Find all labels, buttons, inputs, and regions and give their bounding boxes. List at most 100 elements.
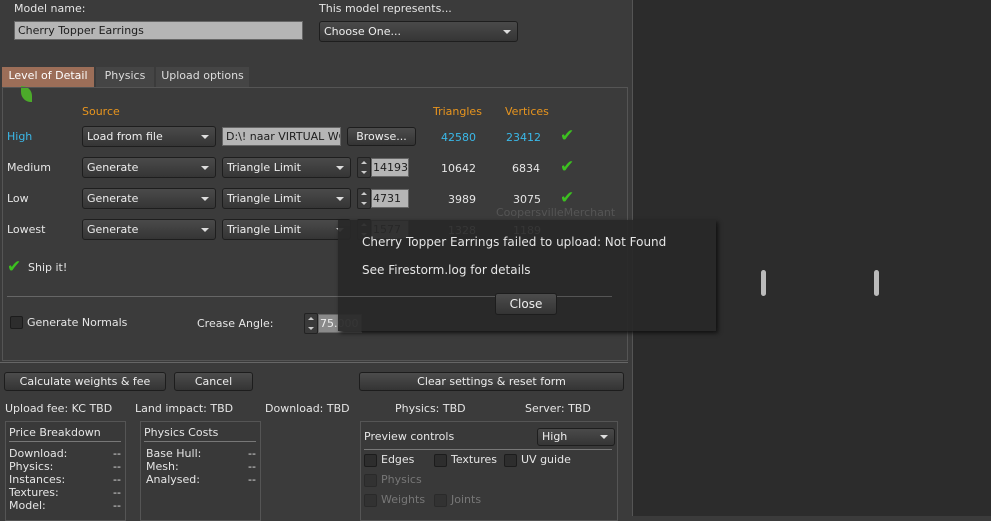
preview-lod-dropdown[interactable]: High: [537, 428, 615, 446]
calculate-weights-button[interactable]: Calculate weights & fee: [4, 372, 166, 391]
cost-label: Textures:: [9, 486, 59, 499]
low-limit-spinner[interactable]: [357, 188, 371, 209]
watermark-text: CoopersvilleMerchant: [496, 206, 616, 219]
chevron-down-icon: [201, 135, 209, 139]
upload-error-toast: Cherry Topper Earrings failed to upload:…: [338, 220, 716, 331]
price-breakdown-title: Price Breakdown: [9, 426, 101, 439]
crease-angle-spinner[interactable]: [304, 313, 318, 334]
cost-label: Download:: [9, 447, 68, 460]
ship-it-check-icon: ✔: [7, 257, 22, 277]
cost-row: Base Hull: --: [146, 447, 256, 460]
joints-checkbox[interactable]: [434, 494, 447, 507]
physics-costs-panel: Physics Costs Base Hull: -- Mesh: -- Analyse…: [140, 421, 261, 521]
medium-triangles: 10642: [441, 162, 476, 175]
browse-button[interactable]: Browse...: [347, 127, 416, 146]
upload-fee: Upload fee: KC TBD: [5, 402, 113, 415]
divider: [0, 362, 628, 363]
medium-source-dropdown[interactable]: Generate: [82, 157, 216, 178]
cost-label: Analysed:: [146, 473, 200, 486]
cost-row: Physics: --: [9, 460, 121, 473]
edges-label: Edges: [381, 453, 415, 466]
low-limit-input[interactable]: 4731: [371, 189, 409, 208]
lowest-source-dropdown[interactable]: Generate: [82, 219, 216, 240]
lod-lowest-label: Lowest: [7, 223, 46, 236]
physics-checkbox[interactable]: [364, 474, 377, 487]
preview-controls-panel: Preview controls High Edges Textures UV …: [360, 421, 618, 521]
lod-low-label: Low: [7, 192, 29, 205]
high-vertices: 23412: [506, 131, 541, 144]
medium-mode-dropdown[interactable]: Triangle Limit: [222, 157, 351, 178]
lod-medium-label: Medium: [7, 161, 51, 174]
cost-row: Textures: --: [9, 486, 121, 499]
check-icon: ✔: [560, 126, 575, 146]
physics-costs-title: Physics Costs: [144, 426, 219, 439]
high-file-path[interactable]: D:\! naar VIRTUAL WO: [222, 127, 341, 146]
cost-value: --: [113, 486, 121, 499]
lowest-mode-dropdown[interactable]: Triangle Limit: [222, 219, 351, 240]
triangles-header: Triangles: [433, 105, 482, 118]
low-mode-dropdown[interactable]: Triangle Limit: [222, 188, 351, 209]
cost-value: --: [113, 473, 121, 486]
low-source-value: Generate: [87, 192, 139, 205]
check-icon: ✔: [560, 157, 575, 177]
toast-detail: See Firestorm.log for details: [362, 263, 531, 277]
close-button[interactable]: Close: [495, 293, 557, 315]
chevron-down-icon: [201, 228, 209, 232]
textures-checkbox[interactable]: [434, 454, 447, 467]
joints-label: Joints: [451, 493, 482, 506]
medium-source-value: Generate: [87, 161, 139, 174]
chevron-down-icon: [503, 30, 511, 34]
cost-value: --: [113, 499, 121, 512]
cost-row: Download: --: [9, 447, 121, 460]
chevron-down-icon: [336, 197, 344, 201]
medium-limit-spinner[interactable]: [357, 157, 371, 178]
chevron-down-icon: [201, 197, 209, 201]
earring-preview-right: [874, 270, 879, 296]
cost-value: --: [248, 447, 256, 460]
cost-label: Model:: [9, 499, 46, 512]
lowest-mode-value: Triangle Limit: [227, 223, 301, 236]
preview-controls-title: Preview controls: [364, 430, 455, 443]
medium-mode-value: Triangle Limit: [227, 161, 301, 174]
cost-label: Physics:: [9, 460, 54, 473]
check-icon: ✔: [560, 188, 575, 208]
uv-guide-checkbox[interactable]: [504, 454, 517, 467]
tab-level-of-detail[interactable]: Level of Detail: [2, 67, 94, 87]
cost-row: Analysed: --: [146, 473, 256, 486]
medium-limit-input[interactable]: 14193: [371, 158, 409, 177]
weights-label: Weights: [381, 493, 426, 506]
server-stat: Server: TBD: [525, 402, 591, 415]
high-source-value: Load from file: [87, 130, 163, 143]
represents-dropdown[interactable]: Choose One...: [319, 21, 518, 42]
source-header: Source: [82, 105, 120, 118]
tab-physics[interactable]: Physics: [96, 67, 154, 87]
generate-normals-checkbox[interactable]: [10, 316, 23, 329]
low-vertices: 3075: [513, 193, 541, 206]
tab-upload-options[interactable]: Upload options: [156, 67, 249, 87]
cost-value: --: [113, 447, 121, 460]
medium-vertices: 6834: [512, 162, 540, 175]
cost-row: Mesh: --: [146, 460, 256, 473]
lod-high-label: High: [7, 130, 33, 143]
generate-normals-label: Generate Normals: [27, 316, 128, 329]
chevron-down-icon: [201, 166, 209, 170]
cancel-button[interactable]: Cancel: [174, 372, 253, 391]
model-name-input[interactable]: Cherry Topper Earrings: [14, 21, 303, 40]
clear-settings-button[interactable]: Clear settings & reset form: [359, 372, 624, 391]
vertices-header: Vertices: [505, 105, 549, 118]
high-source-dropdown[interactable]: Load from file: [82, 126, 216, 147]
cost-value: --: [248, 460, 256, 473]
earring-preview-left: [761, 270, 766, 296]
land-impact: Land impact: TBD: [135, 402, 234, 415]
cost-row: Model: --: [9, 499, 121, 512]
textures-label: Textures: [451, 453, 497, 466]
uv-guide-label: UV guide: [521, 453, 571, 466]
represents-label: This model represents...: [319, 2, 452, 15]
low-source-dropdown[interactable]: Generate: [82, 188, 216, 209]
edges-checkbox[interactable]: [364, 454, 377, 467]
physics-stat: Physics: TBD: [395, 402, 466, 415]
ship-it-label: Ship it!: [28, 261, 68, 274]
weights-checkbox[interactable]: [364, 494, 377, 507]
low-triangles: 3989: [448, 193, 476, 206]
cost-value: --: [248, 473, 256, 486]
